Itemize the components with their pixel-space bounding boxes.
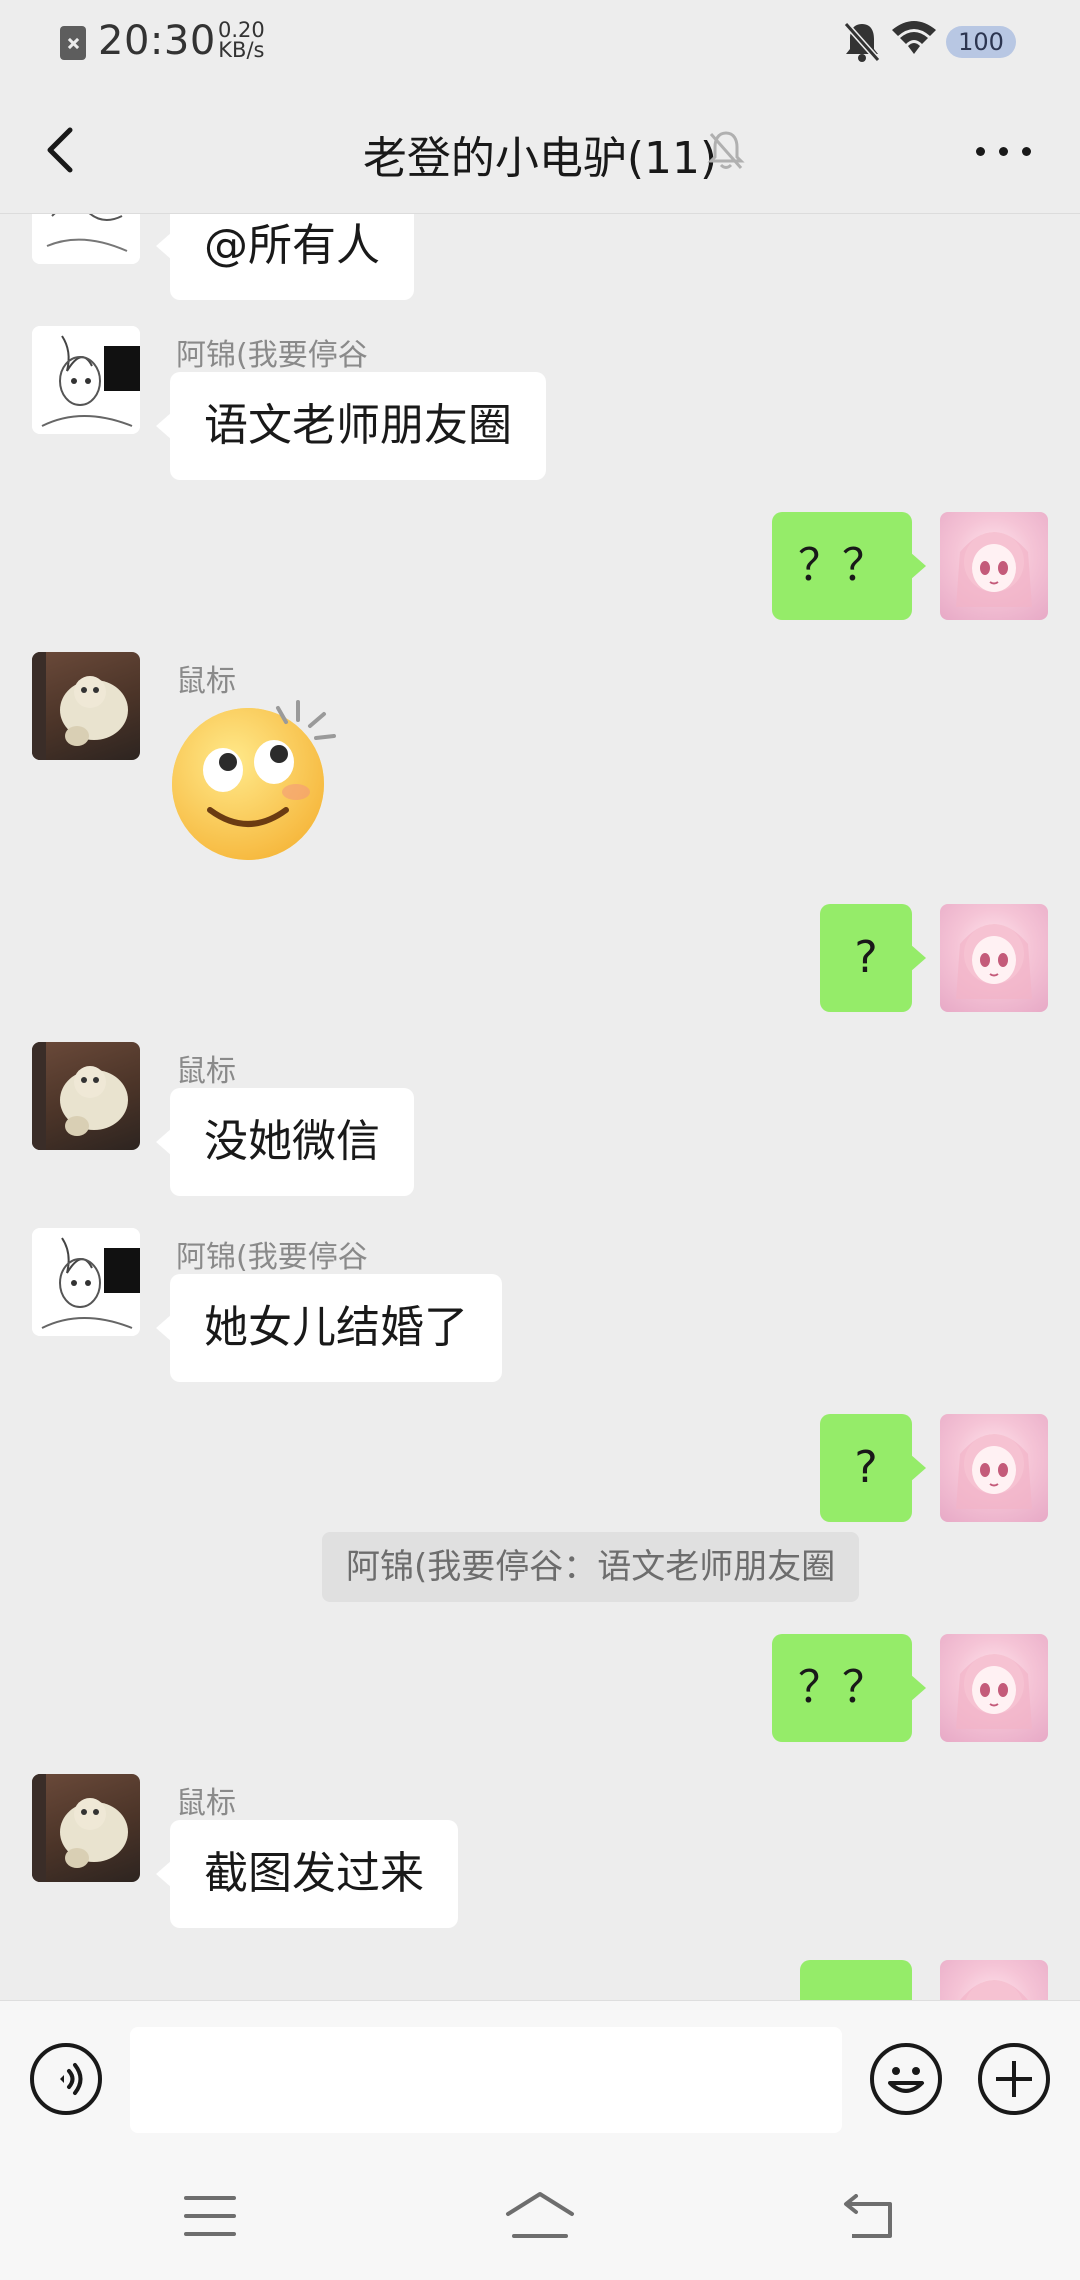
cat-avatar[interactable] bbox=[32, 1774, 140, 1882]
message-bubble[interactable]: 语文老师朋友圈 bbox=[156, 372, 546, 480]
pink-avatar[interactable] bbox=[940, 512, 1048, 620]
cat-avatar-art bbox=[32, 652, 128, 760]
message-bubble[interactable]: ? bbox=[820, 1414, 926, 1522]
back-icon[interactable] bbox=[842, 2194, 898, 2242]
cat-avatar-art bbox=[32, 1774, 128, 1882]
bell-off-icon bbox=[843, 22, 881, 62]
pink-avatar-art bbox=[956, 1654, 1032, 1729]
emoji-icon bbox=[888, 2067, 924, 2093]
home-icon[interactable] bbox=[504, 2190, 576, 2242]
more-options-button[interactable] bbox=[976, 140, 1032, 160]
message-bubble[interactable]: ？？ bbox=[772, 512, 926, 620]
message-input[interactable] bbox=[130, 2027, 842, 2133]
message-bubble[interactable]: 没她微信 bbox=[156, 1088, 414, 1196]
anime-avatar-art bbox=[32, 214, 140, 264]
anime-avatar-art bbox=[32, 326, 140, 434]
message-bubble[interactable] bbox=[800, 1960, 912, 2000]
status-bar: 20:30 0.20 KB/s 100 bbox=[0, 0, 1080, 86]
bell-off-icon bbox=[707, 131, 745, 169]
anime-avatar[interactable] bbox=[32, 1228, 140, 1336]
pink-avatar[interactable] bbox=[940, 1960, 1048, 2000]
network-speed-unit: KB/s bbox=[218, 38, 265, 62]
anime-avatar[interactable] bbox=[32, 326, 140, 434]
message-bubble[interactable]: 截图发过来 bbox=[156, 1820, 458, 1928]
voice-icon bbox=[60, 2063, 83, 2095]
cat-avatar[interactable] bbox=[32, 652, 140, 760]
sender-name: 鼠标 bbox=[176, 1786, 236, 1821]
status-time: 20:30 bbox=[98, 18, 216, 64]
pink-avatar[interactable] bbox=[940, 1634, 1048, 1742]
quoted-message[interactable]: 阿锦(我要停谷：语文老师朋友圈 bbox=[322, 1532, 860, 1602]
network-speed: 0.20 KB/s bbox=[218, 18, 265, 62]
chat-title: 老登的小电驴(11) bbox=[362, 133, 718, 184]
emoji-button[interactable] bbox=[870, 2043, 942, 2115]
more-dots-icon bbox=[976, 147, 985, 156]
anime-avatar[interactable] bbox=[32, 214, 140, 264]
voice-button[interactable] bbox=[30, 2043, 102, 2115]
plus-icon[interactable] bbox=[978, 2043, 1050, 2115]
sender-name: 阿锦(我要停谷 bbox=[176, 338, 368, 373]
pink-avatar-art bbox=[956, 532, 1032, 607]
message-bubble[interactable]: ？？ bbox=[772, 1634, 926, 1742]
sender-name: 阿锦(我要停谷 bbox=[176, 1240, 368, 1275]
cat-avatar-art bbox=[32, 1042, 128, 1150]
pink-avatar-art bbox=[956, 1434, 1032, 1509]
sender-name: 鼠标 bbox=[176, 1054, 236, 1089]
title-bar: 老登的小电驴(11) bbox=[0, 86, 1080, 214]
menu-icon[interactable] bbox=[184, 2196, 236, 2236]
battery-indicator: 100 bbox=[946, 26, 1016, 58]
message-bubble[interactable]: @所有人 bbox=[156, 214, 414, 300]
system-nav-bar bbox=[0, 2146, 1080, 2280]
message-bubble[interactable]: ? bbox=[820, 904, 926, 1012]
message-bubble[interactable]: 她女儿结婚了 bbox=[156, 1274, 502, 1382]
chat-screen: 20:30 0.20 KB/s 100 老登的小电驴(11) @所有人 阿锦(我… bbox=[0, 0, 1080, 2280]
network-speed-value: 0.20 bbox=[218, 18, 265, 42]
wifi-icon bbox=[892, 21, 936, 54]
pink-avatar[interactable] bbox=[940, 904, 1048, 1012]
rolling-eyes-emoji[interactable] bbox=[168, 692, 338, 862]
cat-avatar[interactable] bbox=[32, 1042, 140, 1150]
no-sim-icon bbox=[60, 26, 86, 60]
message-list[interactable]: @所有人 阿锦(我要停谷 语文老师朋友圈 ？？ 鼠标 ? 鼠标 没她微信 阿锦(… bbox=[0, 214, 1080, 2000]
anime-avatar-art bbox=[32, 1228, 140, 1336]
pink-avatar-art bbox=[960, 1980, 1028, 2000]
input-bar bbox=[0, 2000, 1080, 2146]
pink-avatar[interactable] bbox=[940, 1414, 1048, 1522]
pink-avatar-art bbox=[956, 924, 1032, 999]
